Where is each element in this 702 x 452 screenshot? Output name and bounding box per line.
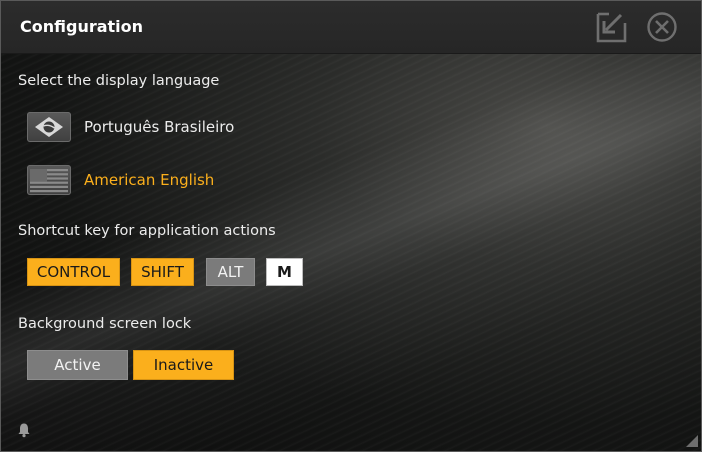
bell-icon[interactable]: [17, 422, 31, 438]
language-option-label: American English: [84, 171, 215, 189]
resize-grip-icon[interactable]: [685, 434, 699, 448]
language-option-pt-br[interactable]: Português Brasileiro: [27, 110, 234, 144]
configuration-window: Configuration Select the display languag…: [0, 0, 702, 452]
arrow-down-left-icon: [596, 12, 627, 43]
shortcut-section-label: Shortcut key for application actions: [18, 223, 276, 239]
brazil-flag-icon: [27, 112, 71, 142]
lock-section-label: Background screen lock: [18, 316, 192, 332]
shortcut-key-field[interactable]: M: [266, 258, 303, 286]
minimize-button[interactable]: [595, 10, 629, 44]
usa-flag-icon: [27, 165, 71, 195]
title-bar: Configuration: [1, 1, 701, 54]
lock-inactive-button[interactable]: Inactive: [133, 350, 234, 380]
language-option-label: Português Brasileiro: [84, 118, 235, 136]
circle-x-icon: [647, 12, 677, 42]
window-title: Configuration: [20, 17, 144, 36]
shortcut-alt-toggle[interactable]: ALT: [206, 258, 255, 286]
shortcut-control-toggle[interactable]: CONTROL: [27, 258, 120, 286]
close-button[interactable]: [645, 10, 679, 44]
lock-active-button[interactable]: Active: [27, 350, 128, 380]
language-option-en-us[interactable]: American English: [27, 163, 214, 197]
language-section-label: Select the display language: [18, 73, 220, 89]
shortcut-shift-toggle[interactable]: SHIFT: [131, 258, 194, 286]
